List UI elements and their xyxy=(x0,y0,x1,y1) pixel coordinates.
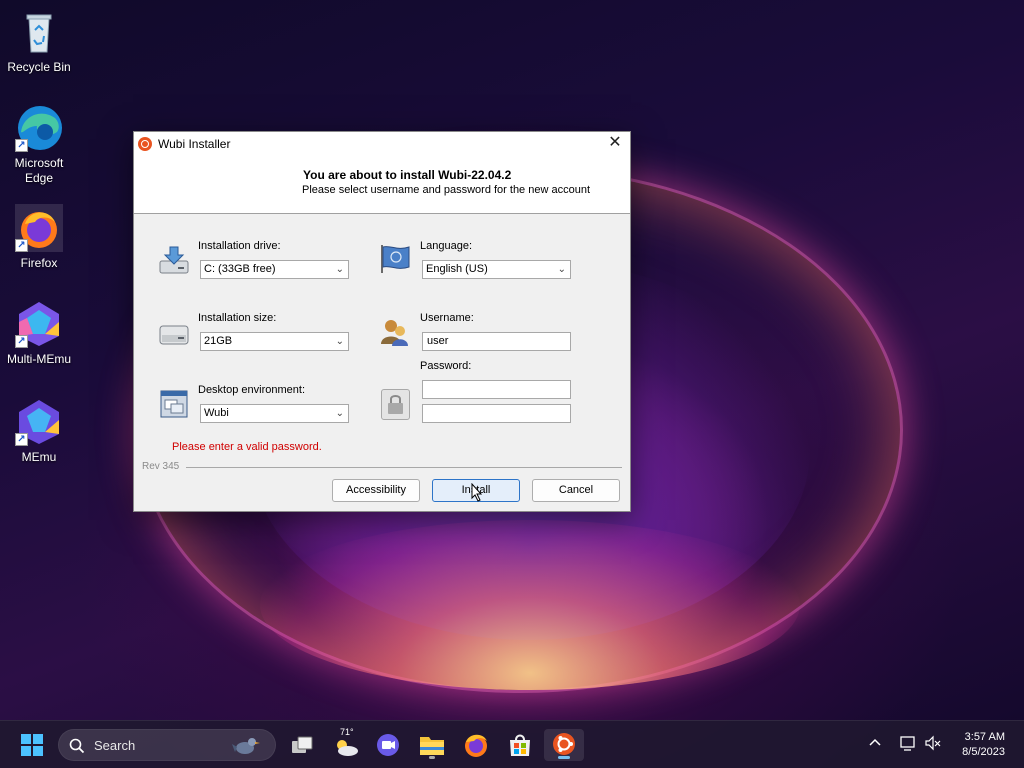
desktop-icon-label: Firefox xyxy=(20,256,58,270)
header-title: You are about to install Wubi-22.04.2 xyxy=(303,168,512,182)
revision-label: Rev 345 xyxy=(142,461,180,472)
close-button[interactable]: ✕ xyxy=(600,132,630,156)
dialog-titlebar[interactable]: Wubi Installer ✕ xyxy=(134,132,630,156)
shortcut-arrow-icon: ↗ xyxy=(15,139,28,152)
installation-drive-value: C: (33GB free) xyxy=(204,263,276,275)
chevron-down-icon: ⌄ xyxy=(557,264,566,275)
desktop-icon-firefox[interactable]: ↗ Firefox xyxy=(1,204,77,271)
chevron-up-icon xyxy=(869,738,881,746)
taskbar-search[interactable]: Search xyxy=(58,729,276,761)
error-message: Please enter a valid password. xyxy=(172,441,322,453)
divider xyxy=(186,467,622,468)
password-label: Password: xyxy=(420,360,472,372)
search-icon xyxy=(69,738,85,754)
header-subtitle: Please select username and password for … xyxy=(302,184,590,196)
volume-button[interactable] xyxy=(924,735,942,754)
dialog-title: Wubi Installer xyxy=(158,137,231,151)
search-highlight-bird-icon xyxy=(232,738,260,754)
chat-icon xyxy=(377,734,399,756)
taskbar: Search 71° 3:57 AM 8/5/2023 xyxy=(0,720,1024,768)
network-icon xyxy=(900,736,915,751)
wallpaper-glow-bottom xyxy=(260,520,800,690)
weather-temperature: 71° xyxy=(340,727,354,737)
mouse-cursor-icon xyxy=(471,482,483,503)
active-indicator xyxy=(558,756,570,759)
store-icon xyxy=(510,734,530,756)
chevron-down-icon: ⌄ xyxy=(335,408,344,419)
recycle-bin-icon xyxy=(15,8,63,56)
shortcut-arrow-icon: ↗ xyxy=(15,335,28,348)
wubi-installer-dialog: Wubi Installer ✕ You are about to instal… xyxy=(133,131,631,512)
taskbar-clock[interactable]: 3:57 AM 8/5/2023 xyxy=(962,730,1005,760)
shortcut-arrow-icon: ↗ xyxy=(15,433,28,446)
drive-download-icon xyxy=(158,245,190,277)
task-view-icon xyxy=(292,736,313,753)
language-value: English (US) xyxy=(426,263,488,275)
installation-drive-label: Installation drive: xyxy=(198,240,281,252)
windows-logo-icon xyxy=(21,734,43,756)
shortcut-arrow-icon: ↗ xyxy=(15,239,28,252)
running-indicator xyxy=(429,756,435,759)
clock-time: 3:57 AM xyxy=(964,731,1005,743)
volume-muted-icon xyxy=(925,735,941,751)
start-button[interactable] xyxy=(16,729,48,761)
ubuntu-logo-icon xyxy=(138,137,152,151)
desktop-environment-label: Desktop environment: xyxy=(198,384,305,396)
installation-drive-select[interactable]: C: (33GB free) ⌄ xyxy=(200,260,349,279)
task-view-button[interactable] xyxy=(286,729,318,761)
desktop-icon-multi-memu[interactable]: ↗ Multi-MEmu xyxy=(1,300,77,367)
search-label: Search xyxy=(94,738,136,753)
microsoft-store-button[interactable] xyxy=(504,729,536,761)
desktop-environment-select[interactable]: Wubi ⌄ xyxy=(200,404,349,423)
dialog-header: You are about to install Wubi-22.04.2 Pl… xyxy=(134,156,630,214)
desktop-icon-edge[interactable]: ↗ Microsoft Edge xyxy=(1,104,77,186)
password-field[interactable] xyxy=(422,380,571,399)
wubi-taskbar-button[interactable] xyxy=(544,729,584,761)
desktop-icon-label: Recycle Bin xyxy=(7,60,71,74)
installation-size-value: 21GB xyxy=(204,335,233,347)
multi-memu-icon: ↗ xyxy=(15,300,63,348)
weather-widget[interactable]: 71° xyxy=(330,727,362,761)
language-label: Language: xyxy=(420,240,472,252)
desktop-environment-value: Wubi xyxy=(204,407,229,419)
username-label: Username: xyxy=(420,312,474,324)
desktop-icon-label: Microsoft Edge xyxy=(14,156,64,185)
memu-icon: ↗ xyxy=(15,398,63,446)
installation-size-label: Installation size: xyxy=(198,312,277,324)
desktop-icon-label: Multi-MEmu xyxy=(6,352,71,366)
edge-icon: ↗ xyxy=(15,104,63,152)
desktop-icon-memu[interactable]: ↗ MEmu xyxy=(1,398,77,465)
firefox-icon xyxy=(465,734,487,757)
password-confirm-field[interactable] xyxy=(422,404,571,423)
desktop-icon-label: MEmu xyxy=(21,450,57,464)
desktop-icon-recycle-bin[interactable]: Recycle Bin xyxy=(1,8,77,75)
firefox-icon: ↗ xyxy=(15,204,63,252)
desktop-window-icon xyxy=(158,388,190,420)
firefox-taskbar-button[interactable] xyxy=(460,729,492,761)
username-field[interactable]: user xyxy=(422,332,571,351)
installation-size-select[interactable]: 21GB ⌄ xyxy=(200,332,349,351)
network-button[interactable] xyxy=(899,735,917,754)
accessibility-button[interactable]: Accessibility xyxy=(332,479,420,502)
file-explorer-button[interactable] xyxy=(416,729,448,761)
hard-disk-icon xyxy=(158,318,190,350)
users-icon xyxy=(379,316,411,348)
language-select[interactable]: English (US) ⌄ xyxy=(422,260,571,279)
language-flag-icon xyxy=(379,243,411,275)
clock-date: 8/5/2023 xyxy=(962,746,1005,758)
show-hidden-icons-button[interactable] xyxy=(868,735,882,752)
chevron-down-icon: ⌄ xyxy=(335,336,344,347)
teams-chat-button[interactable] xyxy=(372,729,404,761)
cancel-button[interactable]: Cancel xyxy=(532,479,620,502)
chevron-down-icon: ⌄ xyxy=(335,264,344,275)
lock-icon xyxy=(381,389,410,420)
